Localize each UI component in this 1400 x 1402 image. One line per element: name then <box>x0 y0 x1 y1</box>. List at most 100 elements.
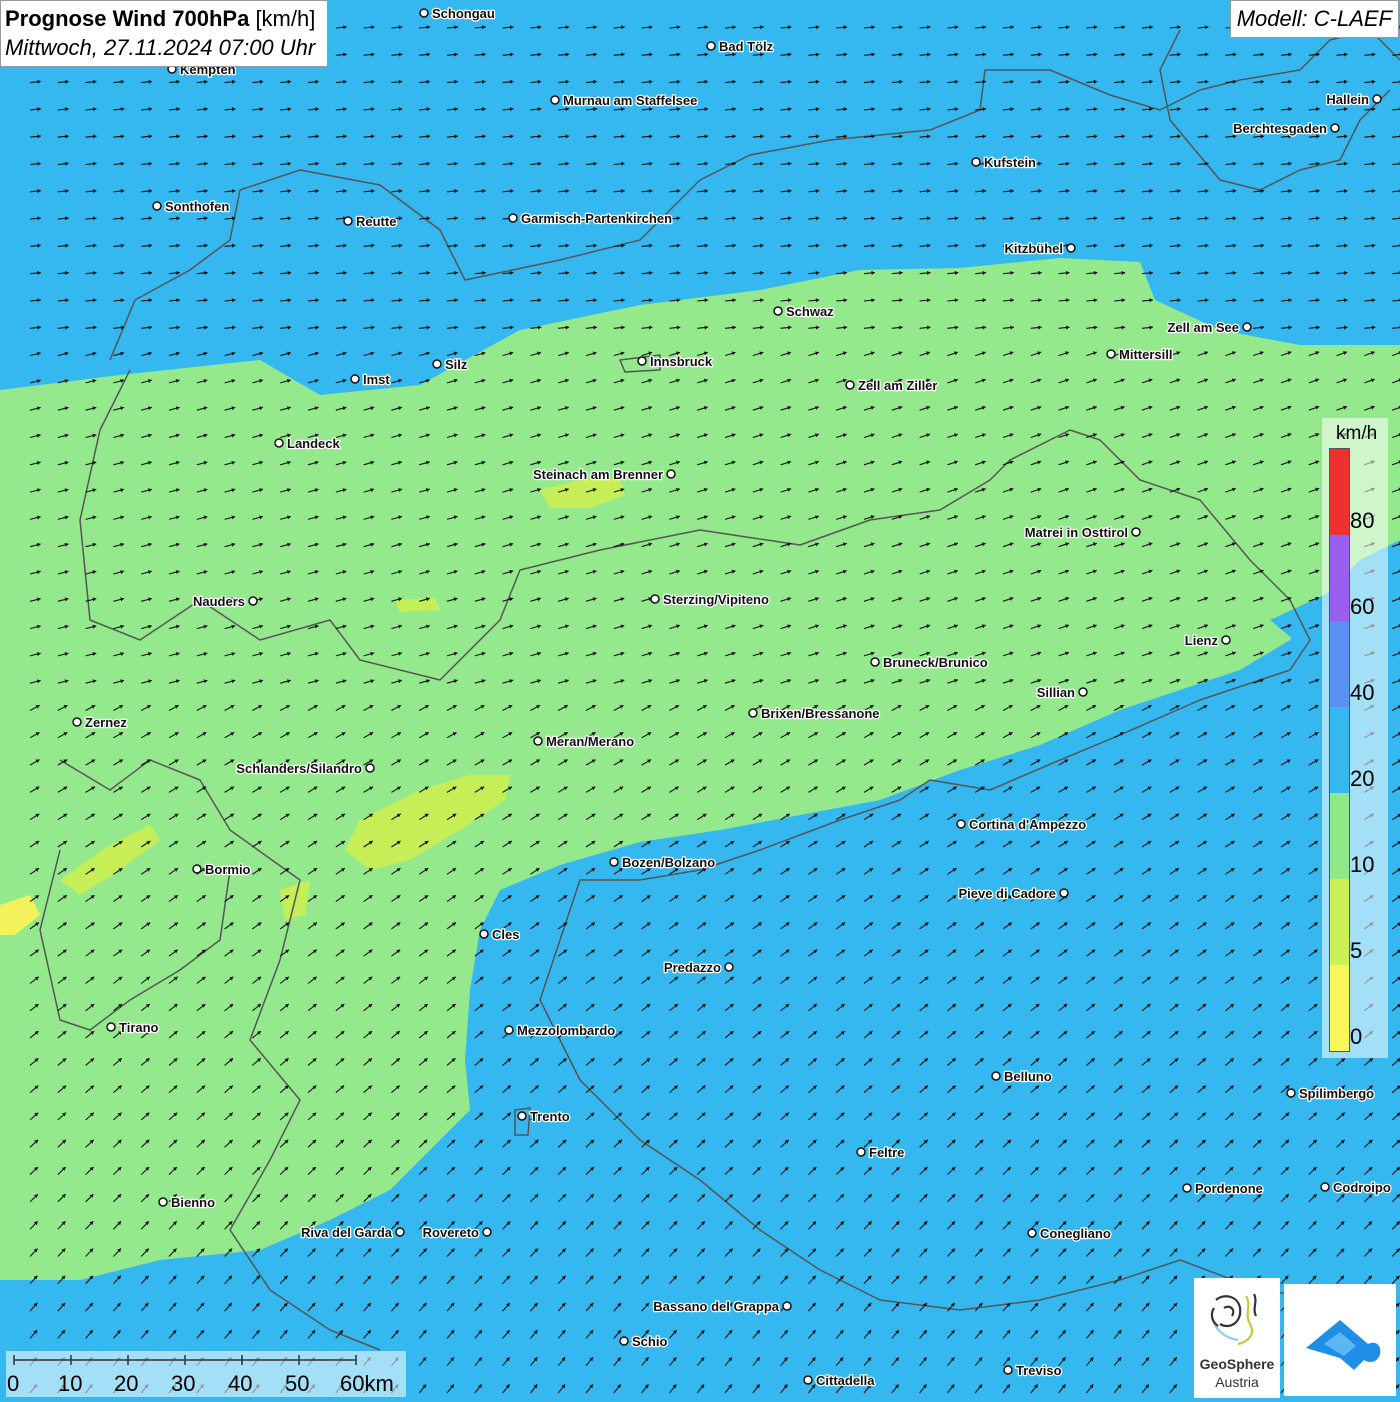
city-label: Cortina d'Ampezzo <box>969 817 1086 832</box>
city-dot <box>638 357 646 365</box>
city-label: Kufstein <box>984 155 1036 170</box>
city-label: Bassano del Grappa <box>653 1299 779 1314</box>
city-label: Landeck <box>287 436 341 451</box>
city-label: Innsbruck <box>650 354 713 369</box>
city-marker: Zell am See <box>1167 320 1251 335</box>
city-label: Codroipo <box>1333 1180 1391 1195</box>
city-label: Lienz <box>1185 633 1219 648</box>
city-label: Silz <box>445 357 468 372</box>
city-dot <box>1067 244 1075 252</box>
city-label: Hallein <box>1326 92 1369 107</box>
city-label: Mezzolombardo <box>517 1023 615 1038</box>
city-marker: Cortina d'Ampezzo <box>957 817 1086 832</box>
city-label: Bruneck/Brunico <box>883 655 988 670</box>
title-box: Prognose Wind 700hPa [km/h] Mittwoch, 27… <box>0 0 328 67</box>
legend-colorbar <box>1329 448 1350 1052</box>
legend-color-segment <box>1330 621 1349 707</box>
city-label: Matrei in Osttirol <box>1025 525 1128 540</box>
city-label: Zell am See <box>1167 320 1239 335</box>
city-dot <box>1321 1183 1329 1191</box>
city-marker: Berchtesgaden <box>1233 121 1339 136</box>
city-dot <box>857 1148 865 1156</box>
city-dot <box>707 42 715 50</box>
city-label: Belluno <box>1004 1069 1052 1084</box>
city-dot <box>972 158 980 166</box>
city-dot <box>534 737 542 745</box>
scalebar-label: 50 <box>285 1371 309 1397</box>
city-dot <box>275 439 283 447</box>
wind-map: SchongauBad TölzKemptenMurnau am Staffel… <box>0 0 1400 1400</box>
geosphere-emblem-icon <box>1194 1278 1280 1358</box>
city-marker: Pordenone <box>1183 1181 1263 1196</box>
city-dot <box>153 202 161 210</box>
scalebar-label: 10 <box>58 1371 82 1397</box>
city-label: Trento <box>530 1109 570 1124</box>
city-label: Bienno <box>171 1195 215 1210</box>
legend-color-segment <box>1330 793 1349 879</box>
city-dot <box>992 1072 1000 1080</box>
city-dot <box>1132 528 1140 536</box>
city-label: Bad Tölz <box>719 39 774 54</box>
legend-tick-label: 60 <box>1350 594 1374 620</box>
city-label: Reutte <box>356 214 396 229</box>
city-label: Garmisch-Partenkirchen <box>521 211 672 226</box>
city-label: Bozen/Bolzano <box>622 855 715 870</box>
city-dot <box>107 1023 115 1031</box>
city-dot <box>193 865 201 873</box>
scalebar-label: 0 <box>7 1371 19 1397</box>
city-marker: Conegliano <box>1028 1226 1111 1241</box>
city-marker: Pieve di Cadore <box>958 886 1068 901</box>
city-label: Schongau <box>432 6 495 21</box>
city-marker: Riva del Garda <box>301 1225 404 1240</box>
city-label: Pieve di Cadore <box>958 886 1056 901</box>
wind-band-light-5 <box>395 598 440 612</box>
city-dot <box>159 1198 167 1206</box>
legend-color-segment <box>1330 879 1349 965</box>
city-label: Kitzbühel <box>1005 241 1064 256</box>
city-marker: Mezzolombardo <box>505 1023 615 1038</box>
city-dot <box>433 360 441 368</box>
city-dot <box>1243 323 1251 331</box>
legend-tick-label: 80 <box>1350 508 1374 534</box>
city-marker: Brixen/Bressanone <box>749 706 880 721</box>
city-marker: Steinach am Brenner <box>533 467 675 482</box>
city-dot <box>1004 1366 1012 1374</box>
city-dot <box>1222 636 1230 644</box>
city-dot <box>667 470 675 478</box>
city-dot <box>73 718 81 726</box>
weather-app-logo <box>1284 1284 1396 1396</box>
city-label: Rovereto <box>423 1225 479 1240</box>
city-dot <box>351 375 359 383</box>
legend-color-segment <box>1330 965 1349 1051</box>
city-marker: Meran/Merano <box>534 734 634 749</box>
city-dot <box>774 307 782 315</box>
city-dot <box>480 930 488 938</box>
geosphere-country: Austria <box>1194 1374 1280 1390</box>
city-label: Pordenone <box>1195 1181 1263 1196</box>
city-label: Zell am Ziller <box>858 378 937 393</box>
scalebar-label: 30 <box>171 1371 195 1397</box>
city-dot <box>871 658 879 666</box>
map-title: Prognose Wind 700hPa [km/h] <box>5 4 315 33</box>
city-marker: Schlanders/Silandro <box>236 761 374 776</box>
city-label: Cles <box>492 927 519 942</box>
city-label: Cittadella <box>816 1373 875 1388</box>
city-label: Feltre <box>869 1145 904 1160</box>
map-datetime: Mittwoch, 27.11.2024 07:00 Uhr <box>5 33 315 62</box>
legend-tick-label: 5 <box>1350 938 1362 964</box>
city-marker: Sterzing/Vipiteno <box>651 592 769 607</box>
city-dot <box>518 1112 526 1120</box>
city-label: Conegliano <box>1040 1226 1111 1241</box>
city-marker: Bassano del Grappa <box>653 1299 791 1314</box>
legend-tick-label: 40 <box>1350 680 1374 706</box>
city-marker: Bruneck/Brunico <box>871 655 988 670</box>
city-marker: Spilimbergo <box>1287 1086 1374 1101</box>
city-dot <box>783 1302 791 1310</box>
city-dot <box>749 709 757 717</box>
city-label: Schio <box>632 1334 667 1349</box>
city-dot <box>651 595 659 603</box>
city-label: Berchtesgaden <box>1233 121 1327 136</box>
city-marker: Murnau am Staffelsee <box>551 93 697 108</box>
city-dot <box>804 1376 812 1384</box>
city-label: Steinach am Brenner <box>533 467 663 482</box>
